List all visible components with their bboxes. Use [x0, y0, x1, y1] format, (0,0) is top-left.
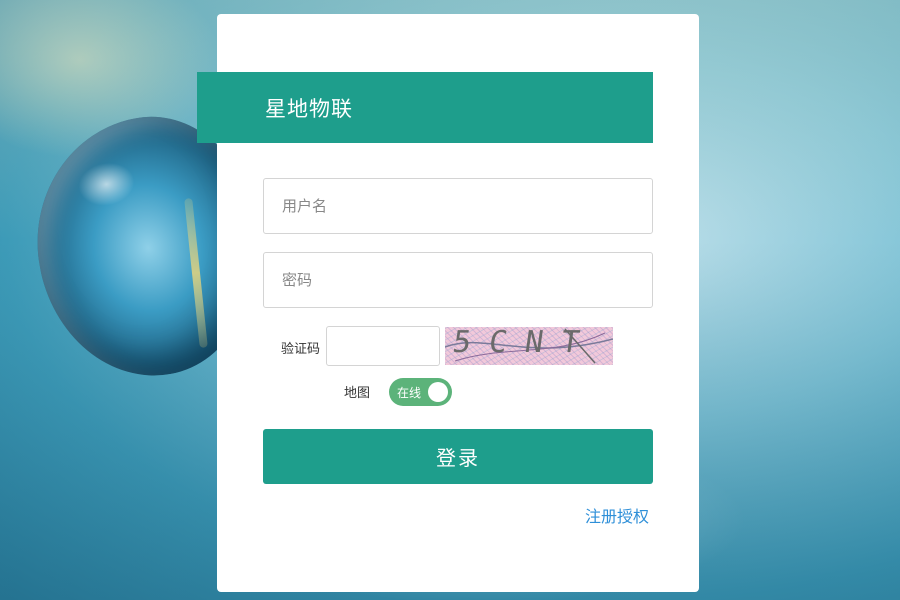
brand-banner: 星地物联 — [197, 72, 653, 143]
toggle-knob — [428, 382, 448, 402]
captcha-input[interactable] — [326, 326, 440, 366]
map-label: 地图 — [344, 386, 371, 401]
username-input[interactable] — [263, 178, 653, 234]
captcha-image[interactable]: 5CNT — [445, 327, 613, 365]
login-button[interactable]: 登录 — [263, 429, 653, 484]
brand-title: 星地物联 — [265, 96, 353, 121]
toggle-label: 在线 — [397, 386, 422, 400]
password-input[interactable] — [263, 252, 653, 308]
register-license-link[interactable]: 注册授权 — [585, 503, 649, 527]
captcha-label: 验证码 — [281, 342, 321, 357]
captcha-text: 5CNT — [450, 327, 600, 360]
map-online-toggle[interactable]: 在线 — [389, 378, 452, 406]
